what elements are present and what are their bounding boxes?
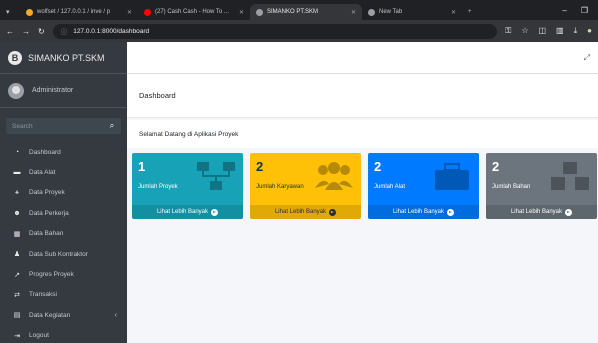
toolbox-icon — [435, 163, 469, 190]
reload-icon[interactable]: ↻ — [38, 27, 45, 36]
sidebar-search: Search ⌕ — [6, 118, 121, 134]
brand-link[interactable]: B SIMANKO PT.SKM — [0, 42, 127, 74]
dashboard-icon: ◔ — [14, 148, 20, 156]
small-box-proyek: 1 Jumlah Proyek Lihat Lebih Banyak — [132, 153, 243, 219]
box-more-link[interactable]: Lihat Lebih Banyak — [132, 205, 243, 219]
welcome-card: Selamat Datang di Aplikasi Proyek — [127, 120, 598, 148]
sidebar-item-data-bahan[interactable]: ▦ Data Bahan — [0, 224, 127, 244]
site-info-icon[interactable]: ⓘ — [61, 26, 68, 36]
sidebar-item-data-kegiatan[interactable]: ▤ Data Kegiatan ‹ — [0, 305, 127, 325]
avatar — [8, 82, 24, 99]
close-icon[interactable]: ✕ — [445, 9, 456, 16]
youtube-favicon-icon — [144, 8, 151, 16]
users-icon — [315, 162, 353, 190]
box-count: 2 — [492, 159, 500, 174]
sidebar-item-data-proyek[interactable]: ⚹ Data Proyek — [0, 183, 127, 203]
chart-line-icon: ↗ — [14, 271, 20, 279]
sidebar-item-logout[interactable]: ⇥ Logout — [0, 326, 127, 343]
logout-icon: ⇥ — [14, 332, 20, 340]
arrow-circle-right-icon — [447, 208, 455, 216]
sidebar: B SIMANKO PT.SKM Administrator Search ⌕ … — [0, 42, 127, 343]
box-count: 2 — [374, 159, 382, 174]
new-tab-favicon-icon — [368, 8, 375, 16]
user-panel[interactable]: Administrator — [0, 74, 127, 108]
browser-tab-phpmyadmin[interactable]: wolfset / 127.0.0.1 / inve / p ✕ — [20, 4, 138, 20]
minimize-icon[interactable]: – — [562, 6, 566, 15]
box-label: Jumlah Alat — [374, 184, 406, 190]
globe-favicon-icon — [256, 8, 263, 16]
small-box-bahan: 2 Jumlah Bahan Lihat Lebih Banyak — [486, 153, 597, 219]
content-header: Dashboard — [127, 74, 598, 118]
cubes-icon — [551, 162, 589, 190]
back-icon[interactable]: ← — [6, 27, 14, 36]
window-controls: – ❐ — [562, 6, 598, 15]
small-box-alat: 2 Jumlah Alat Lihat Lebih Banyak — [368, 153, 479, 219]
chevron-left-icon: ‹ — [114, 311, 117, 319]
sidebar-item-data-alat[interactable]: ▬ Data Alat — [0, 162, 127, 182]
bookmark-star-icon[interactable]: ☆ — [521, 26, 528, 36]
browser-tab-new[interactable]: New Tab ✕ — [362, 4, 462, 20]
url-input[interactable]: ⓘ 127.0.0.1:8000/dashboard — [52, 23, 498, 39]
password-key-icon[interactable]: ⚿ — [505, 26, 511, 36]
close-icon[interactable]: ✕ — [345, 9, 356, 16]
close-icon[interactable]: ✕ — [121, 9, 132, 16]
browser-toolbar-icons: ⚿ ☆ ◫ ▥ ⤓ ● — [505, 26, 592, 36]
search-icon[interactable]: ⌕ — [103, 118, 121, 134]
user-name: Administrator — [32, 87, 74, 94]
close-icon[interactable]: ✕ — [233, 9, 244, 16]
search-input[interactable]: Search — [12, 123, 33, 130]
exchange-icon: ⇄ — [14, 291, 20, 299]
main-content: ⤢ Dashboard Selamat Datang di Aplikasi P… — [127, 42, 598, 343]
browser-address-bar: ← → ↻ ⓘ 127.0.0.1:8000/dashboard ⚿ ☆ ◫ ▥… — [0, 20, 598, 42]
maximize-icon[interactable]: ❐ — [581, 6, 588, 15]
box-more-link[interactable]: Lihat Lebih Banyak — [486, 205, 597, 219]
arrow-circle-right-icon — [565, 208, 573, 216]
arrow-circle-right-icon — [211, 208, 219, 216]
box-count: 2 — [256, 159, 264, 174]
tab-search-icon[interactable]: ▾ — [0, 4, 20, 20]
sidebar-icon[interactable]: ▥ — [556, 26, 564, 36]
box-count: 1 — [138, 159, 146, 174]
welcome-text: Selamat Datang di Aplikasi Proyek — [139, 130, 239, 138]
sidebar-item-progres-proyek[interactable]: ↗ Progres Proyek — [0, 264, 127, 284]
phpmyadmin-favicon-icon — [26, 8, 33, 16]
toolbox-icon: ▬ — [13, 169, 21, 177]
small-box-karyawan: 2 Jumlah Karyawan Lihat Lebih Banyak — [250, 153, 361, 219]
box-label: Jumlah Bahan — [492, 184, 531, 190]
box-more-link[interactable]: Lihat Lebih Banyak — [368, 205, 479, 219]
page-title: Dashboard — [139, 91, 176, 100]
sidebar-item-dashboard[interactable]: ◔ Dashboard — [0, 142, 127, 162]
brand-text: SIMANKO PT.SKM — [28, 52, 105, 63]
forward-icon[interactable]: → — [22, 27, 30, 36]
download-icon[interactable]: ⤓ — [574, 26, 578, 36]
browser-tab-youtube[interactable]: (27) Cash Cash - How To ... ✕ — [138, 4, 250, 20]
browser-tab-bar: ▾ wolfset / 127.0.0.1 / inve / p ✕ (27) … — [0, 0, 598, 20]
box-label: Jumlah Proyek — [138, 184, 178, 190]
top-navbar: ⤢ — [127, 42, 598, 74]
browser-tab-simanko[interactable]: SIMANKO PT.SKM ✕ — [250, 4, 362, 20]
users-icon: ☻ — [13, 209, 21, 217]
sidebar-item-data-sub-kontraktor[interactable]: ♟ Data Sub Kontraktor — [0, 244, 127, 264]
sidebar-item-data-perkerja[interactable]: ☻ Data Perkerja — [0, 203, 127, 223]
project-diagram-icon: ⚹ — [14, 188, 20, 196]
user-tie-icon: ♟ — [13, 251, 21, 259]
fullscreen-icon[interactable]: ⤢ — [584, 53, 590, 63]
arrow-circle-right-icon — [329, 208, 337, 216]
cubes-icon: ▦ — [13, 230, 21, 238]
box-more-link[interactable]: Lihat Lebih Banyak — [250, 205, 361, 219]
sidebar-item-transaksi[interactable]: ⇄ Transaksi — [0, 285, 127, 305]
info-boxes: 1 Jumlah Proyek Lihat Lebih Banyak 2 Jum… — [132, 153, 598, 223]
profile-icon[interactable]: ● — [587, 26, 592, 36]
project-diagram-icon — [197, 162, 235, 190]
book-icon: ▤ — [13, 312, 21, 320]
new-tab-button[interactable]: + — [462, 4, 476, 20]
extensions-icon[interactable]: ◫ — [538, 26, 546, 36]
box-label: Jumlah Karyawan — [256, 184, 304, 190]
brand-logo-icon: B — [8, 50, 22, 65]
